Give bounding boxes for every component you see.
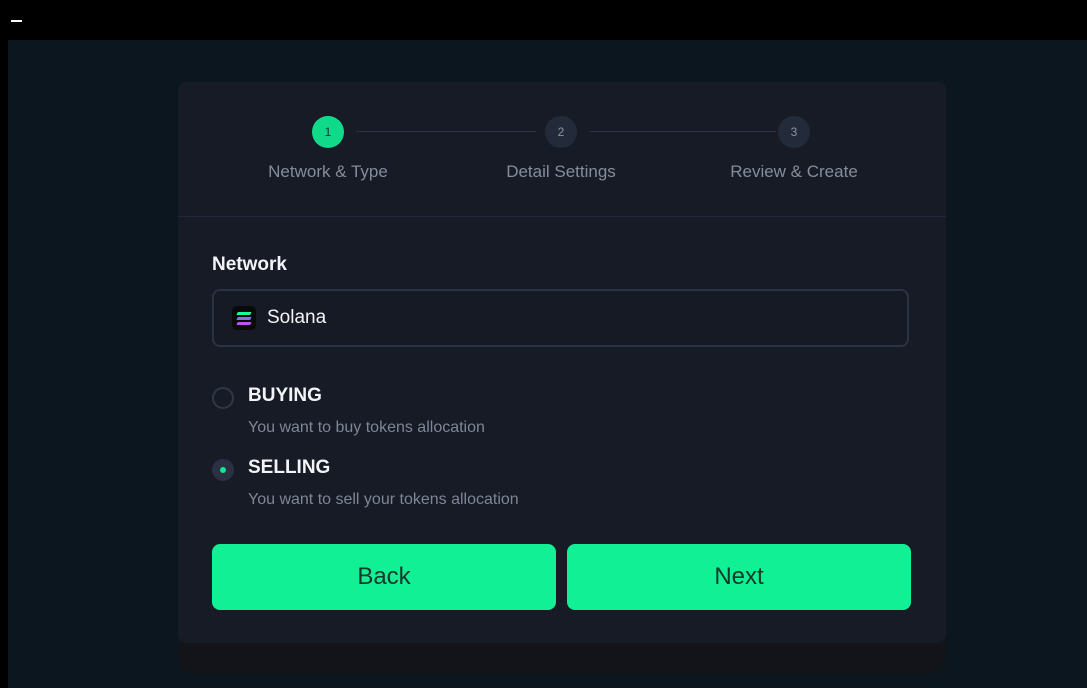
solana-logo-icon	[232, 306, 256, 330]
network-select[interactable]: Solana	[212, 289, 909, 347]
network-selected-value: Solana	[267, 307, 327, 328]
back-button[interactable]: Back	[212, 544, 556, 610]
step-1-indicator: 1	[312, 116, 344, 148]
minimize-icon[interactable]	[11, 20, 22, 22]
step-3-label: Review & Create	[730, 162, 858, 181]
step-connector-1-2	[356, 131, 536, 132]
selling-title: SELLING	[248, 457, 331, 478]
buying-title: BUYING	[248, 385, 322, 406]
buying-description: You want to buy tokens allocation	[248, 419, 485, 436]
step-connector-2-3	[590, 131, 776, 132]
step-2-indicator: 2	[545, 116, 577, 148]
step-3-indicator: 3	[778, 116, 810, 148]
buying-radio[interactable]	[212, 387, 234, 409]
option-selling[interactable]: SELLING You want to sell your tokens all…	[212, 457, 812, 517]
create-offer-card: 1 Network & Type 2 Detail Settings 3 Rev…	[178, 82, 946, 643]
next-button[interactable]: Next	[567, 544, 911, 610]
stepper: 1 Network & Type 2 Detail Settings 3 Rev…	[178, 82, 946, 217]
option-buying[interactable]: BUYING You want to buy tokens allocation	[212, 385, 812, 445]
window-title-bar	[0, 0, 1087, 40]
step-1-label: Network & Type	[268, 162, 388, 181]
selling-description: You want to sell your tokens allocation	[248, 491, 519, 508]
network-label: Network	[212, 254, 287, 275]
selling-radio[interactable]	[212, 459, 234, 481]
step-2-label: Detail Settings	[506, 162, 616, 181]
